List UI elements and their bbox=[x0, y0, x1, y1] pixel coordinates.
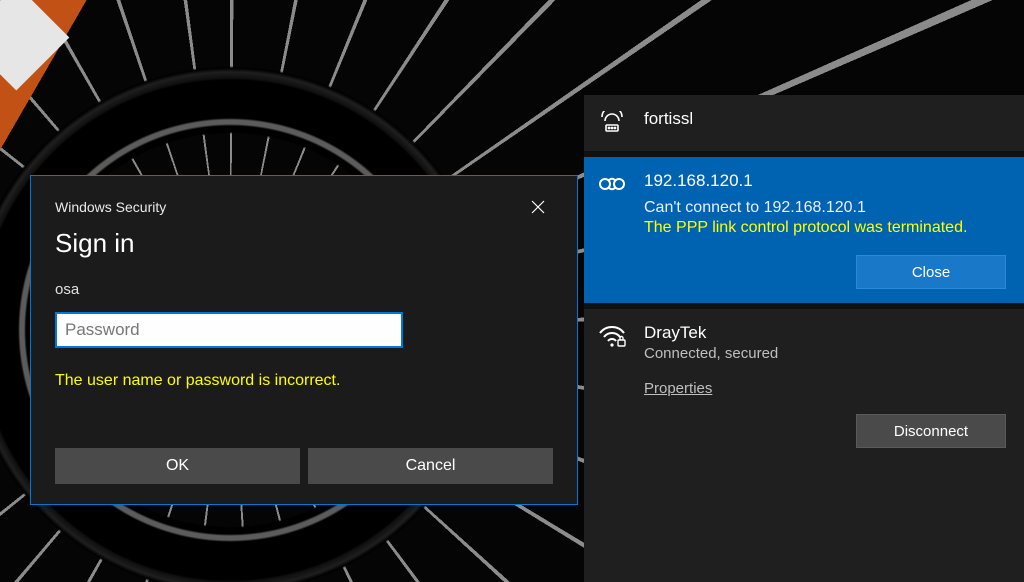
wifi-secure-icon bbox=[598, 325, 626, 448]
dialog-heading: Sign in bbox=[55, 228, 553, 259]
close-icon[interactable] bbox=[523, 192, 553, 222]
properties-link[interactable]: Properties bbox=[644, 380, 712, 397]
error-message: The user name or password is incorrect. bbox=[55, 372, 553, 390]
network-state: Connected, secured bbox=[644, 345, 1006, 362]
dialog-titlebar: Windows Security bbox=[55, 192, 553, 222]
network-item-fortissl[interactable]: fortissl bbox=[584, 95, 1024, 151]
network-name: fortissl bbox=[644, 109, 1006, 129]
network-error: The PPP link control protocol was termin… bbox=[644, 219, 1006, 237]
close-button[interactable]: Close bbox=[856, 255, 1006, 289]
network-item-wifi[interactable]: DrayTek Connected, secured Properties Di… bbox=[584, 309, 1024, 462]
dialog-button-row: OK Cancel bbox=[55, 448, 553, 484]
network-name: DrayTek bbox=[644, 323, 1006, 343]
ok-button[interactable]: OK bbox=[55, 448, 300, 484]
modem-icon bbox=[598, 111, 626, 137]
disconnect-button[interactable]: Disconnect bbox=[856, 414, 1006, 448]
network-message: Can't connect to 192.168.120.1 bbox=[644, 199, 1006, 217]
password-input[interactable] bbox=[55, 312, 403, 348]
username-label: osa bbox=[55, 281, 553, 298]
cancel-button[interactable]: Cancel bbox=[308, 448, 553, 484]
vpn-chain-icon bbox=[598, 173, 626, 289]
network-flyout: fortissl 192.168.120.1 Can't connect to … bbox=[584, 95, 1024, 582]
network-name: 192.168.120.1 bbox=[644, 171, 1006, 191]
windows-security-dialog: Windows Security Sign in osa The user na… bbox=[30, 175, 578, 505]
dialog-title: Windows Security bbox=[55, 199, 166, 215]
network-item-vpn[interactable]: 192.168.120.1 Can't connect to 192.168.1… bbox=[584, 157, 1024, 303]
